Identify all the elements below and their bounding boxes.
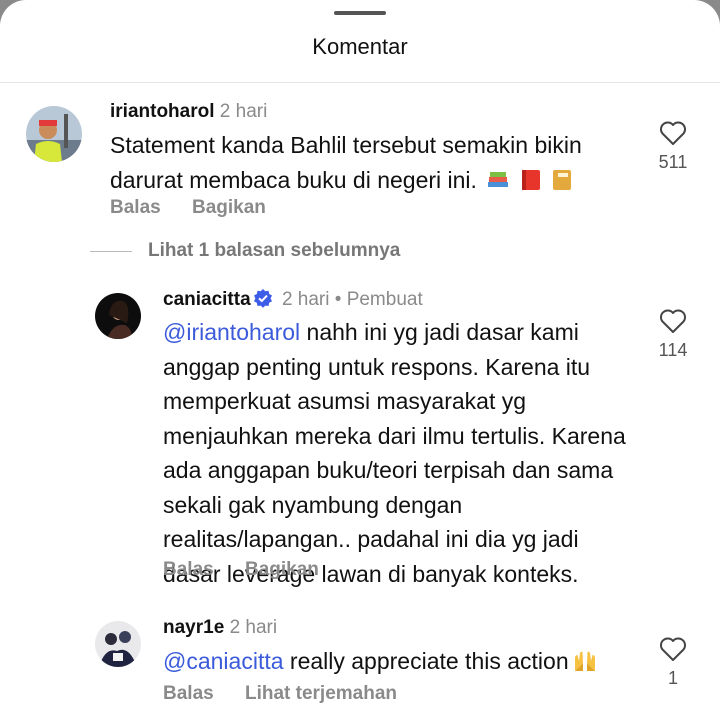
avatar[interactable]	[95, 293, 141, 339]
creator-label: Pembuat	[346, 289, 423, 310]
comment-meta: iriantoharol 2 hari	[110, 101, 267, 123]
comment-meta: caniacitta 2 hari • Pembuat	[163, 288, 423, 314]
comment-body: really appreciate this action	[283, 648, 569, 674]
translate-button[interactable]: Lihat terjemahan	[245, 683, 397, 704]
comment-text: @iriantoharol nahh ini yg jadi dasar kam…	[163, 315, 633, 591]
like-count: 511	[658, 152, 688, 172]
username[interactable]: iriantoharol	[110, 101, 215, 122]
meta-separator: •	[334, 289, 342, 310]
heart-icon[interactable]	[659, 636, 687, 662]
red-book-emoji	[520, 167, 542, 202]
comment-text: @caniacitta really appreciate this actio…	[163, 644, 633, 683]
like-count: 1	[667, 668, 678, 688]
comment-body: Statement kanda Bahlil tersebut semakin …	[110, 132, 582, 193]
mention-link[interactable]: @caniacitta	[163, 648, 284, 674]
mention-link[interactable]: @iriantoharol	[163, 319, 300, 345]
sheet-title: Komentar	[312, 34, 408, 59]
reply-button[interactable]: Balas	[163, 683, 214, 704]
comment-body-line1: nahh ini yg jadi dasar kami	[300, 319, 579, 345]
books-emoji	[486, 167, 510, 202]
view-previous-replies[interactable]: Lihat 1 balasan sebelumnya	[148, 240, 400, 262]
avatar[interactable]	[26, 106, 82, 162]
share-button[interactable]: Bagikan	[245, 559, 319, 580]
timestamp: 2 hari	[229, 617, 278, 638]
reply-button[interactable]: Balas	[163, 559, 214, 580]
timestamp: 2 hari	[281, 289, 330, 310]
like-control[interactable]: 511	[643, 120, 703, 173]
comment-actions: Balas Lihat terjemahan	[163, 683, 423, 705]
like-control[interactable]: 114	[643, 308, 703, 361]
comment-text: Statement kanda Bahlil tersebut semakin …	[110, 128, 630, 201]
header-divider	[0, 82, 720, 83]
timestamp: 2 hari	[219, 101, 268, 122]
comment-body: anggap penting untuk respons. Karena itu…	[163, 353, 626, 587]
reply-button[interactable]: Balas	[110, 197, 161, 218]
heart-icon[interactable]	[659, 308, 687, 334]
like-control[interactable]: 1	[643, 636, 703, 689]
drag-handle[interactable]	[334, 11, 386, 15]
avatar[interactable]	[95, 621, 141, 667]
notebook-emoji	[551, 167, 573, 202]
comments-sheet: Komentar iriantoharol 2 hari Statement k…	[0, 0, 720, 718]
comment-actions: Balas Bagikan	[163, 559, 345, 581]
comment-actions: Balas Bagikan	[110, 197, 292, 219]
replies-divider	[90, 251, 132, 252]
username[interactable]: nayr1e	[163, 617, 224, 638]
comment-meta: nayr1e 2 hari	[163, 617, 277, 639]
username[interactable]: caniacitta	[163, 289, 251, 310]
verified-badge-icon	[253, 288, 273, 314]
heart-icon[interactable]	[659, 120, 687, 146]
like-count: 114	[658, 340, 688, 360]
raising-hands-emoji	[572, 648, 598, 683]
share-button[interactable]: Bagikan	[192, 197, 266, 218]
